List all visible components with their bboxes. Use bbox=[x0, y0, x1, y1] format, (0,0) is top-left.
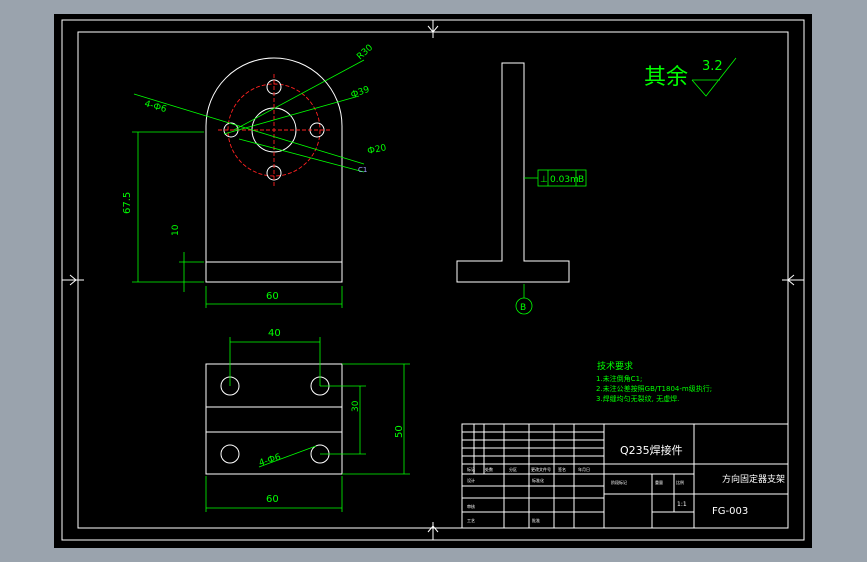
center-mark-right bbox=[782, 274, 804, 286]
front-holes-note: 4-Ф6 bbox=[143, 99, 168, 115]
chamfer-note: C1 bbox=[358, 166, 367, 174]
tolerance-symbol: ⊥ bbox=[540, 175, 548, 185]
svg-text:阶段标记: 阶段标记 bbox=[611, 479, 627, 485]
top-dim-spacing-x: 40 bbox=[268, 328, 281, 339]
tolerance-datum: B bbox=[578, 175, 584, 185]
dim-height: 67.5 bbox=[122, 192, 133, 214]
svg-text:年月日: 年月日 bbox=[578, 466, 590, 472]
top-holes-note: 4-Ф6 bbox=[258, 452, 283, 469]
tech-line-2: 2.未注公差按照GB/T1804-m级执行; bbox=[596, 384, 712, 393]
svg-text:更改文件号: 更改文件号 bbox=[531, 466, 551, 472]
svg-text:设计: 设计 bbox=[467, 477, 475, 483]
top-dim-width: 60 bbox=[266, 494, 279, 505]
center-mark-bottom bbox=[427, 522, 439, 540]
dim-width: 60 bbox=[266, 291, 279, 302]
svg-text:审核: 审核 bbox=[467, 503, 475, 509]
outer-border bbox=[61, 19, 805, 541]
dim-phi39: Ф39 bbox=[350, 85, 372, 101]
roughness-value: 3.2 bbox=[702, 59, 723, 74]
part-name: 方向固定器支架 bbox=[722, 473, 785, 485]
svg-text:工艺: 工艺 bbox=[467, 518, 475, 523]
cad-drawing: 其余 3.2 4-Ф6 R30 Ф39 Ф20 C1 67.5 10 60 ⊥ … bbox=[61, 19, 805, 541]
dim-r30: R30 bbox=[355, 43, 375, 62]
title-block: 标记 处数 分区 更改文件号 签名 年月日 设计 标准化 阶段标记 重量 比例 … bbox=[461, 423, 789, 529]
roughness-label: 其余 bbox=[644, 65, 688, 90]
svg-text:比例: 比例 bbox=[676, 479, 684, 485]
svg-text:分区: 分区 bbox=[509, 466, 517, 472]
scale-value: 1:1 bbox=[677, 501, 687, 508]
drawing-number: FG-003 bbox=[712, 506, 748, 517]
svg-text:重量: 重量 bbox=[655, 479, 663, 485]
svg-text:标记: 标记 bbox=[467, 466, 475, 472]
tech-heading: 技术要求 bbox=[597, 360, 633, 372]
top-dim-depth: 50 bbox=[394, 425, 405, 438]
tolerance-value: 0.03m bbox=[550, 175, 579, 185]
svg-text:标准化: 标准化 bbox=[532, 477, 544, 483]
dim-base-thickness: 10 bbox=[171, 224, 181, 236]
center-mark-top bbox=[427, 20, 439, 38]
front-view: 4-Ф6 R30 Ф39 Ф20 C1 67.5 10 60 bbox=[122, 43, 388, 308]
tech-line-3: 3.焊缝均匀无裂纹, 无虚焊. bbox=[596, 394, 679, 403]
material-name: Q235焊接件 bbox=[620, 443, 683, 457]
svg-text:批准: 批准 bbox=[532, 517, 540, 523]
side-outline bbox=[456, 62, 570, 283]
tech-notes: 技术要求 1.未注倒角C1; 2.未注公差按照GB/T1804-m级执行; 3.… bbox=[596, 360, 712, 403]
datum-label: B bbox=[520, 303, 526, 313]
drawing-sheet: 其余 3.2 4-Ф6 R30 Ф39 Ф20 C1 67.5 10 60 ⊥ … bbox=[54, 14, 812, 548]
svg-text:签名: 签名 bbox=[558, 466, 566, 472]
top-hole-3 bbox=[220, 444, 240, 464]
side-view: ⊥ 0.03m B B bbox=[456, 62, 587, 315]
svg-text:处数: 处数 bbox=[485, 466, 493, 472]
dim-phi20: Ф20 bbox=[367, 143, 388, 157]
tech-line-1: 1.未注倒角C1; bbox=[596, 374, 642, 383]
top-dim-spacing-y: 30 bbox=[351, 400, 361, 412]
center-mark-left bbox=[62, 274, 84, 286]
top-view: 40 30 50 60 4-Ф6 bbox=[205, 328, 410, 512]
